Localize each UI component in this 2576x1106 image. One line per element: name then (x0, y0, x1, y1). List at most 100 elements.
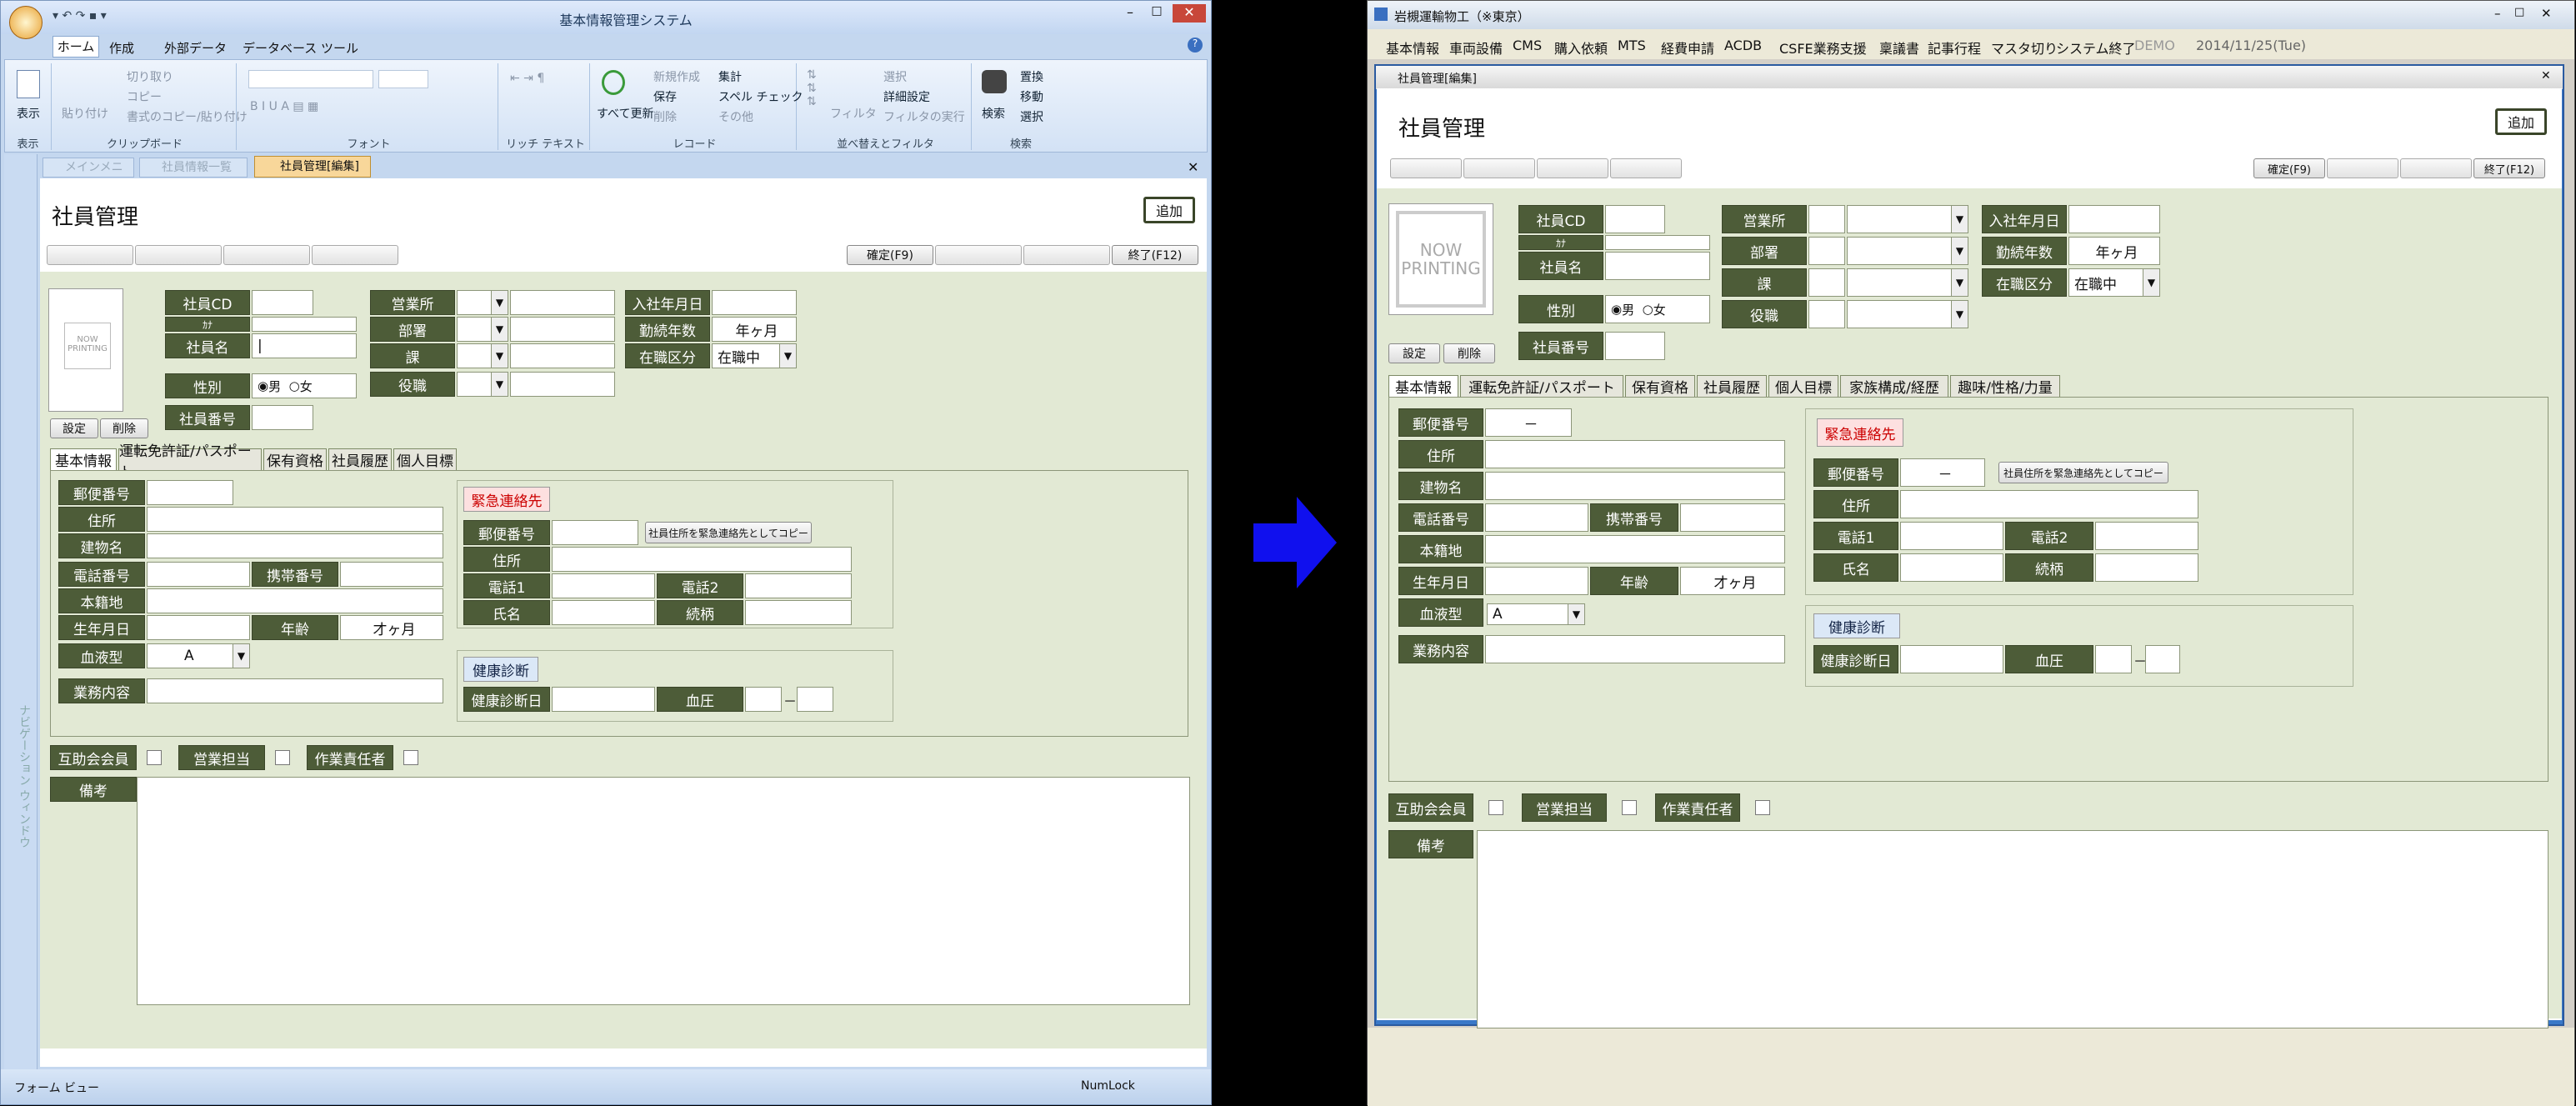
emg-tel2-input[interactable] (745, 573, 852, 598)
photo-set-button[interactable]: 設定 (50, 418, 98, 438)
emg-tel1-input[interactable] (552, 573, 655, 598)
font-size-select[interactable] (378, 70, 428, 88)
right-gender-radio-group[interactable]: ◉ 男 ○ 女 (1605, 295, 1710, 323)
blank-button-6[interactable] (1023, 245, 1110, 265)
right-blank-button-4[interactable] (1610, 158, 1682, 178)
tab-license[interactable]: 運転免許証/パスポート (118, 443, 262, 481)
totals-button[interactable]: 集計 (718, 68, 742, 85)
help-icon[interactable]: ? (1188, 38, 1203, 53)
tab-goal[interactable]: 個人目標 (393, 448, 457, 470)
right-emg-address-input[interactable] (1900, 490, 2198, 518)
view-icon[interactable] (17, 70, 40, 98)
right-emg-relation-input[interactable] (2095, 553, 2198, 582)
join-date-input[interactable] (712, 290, 797, 315)
end-button[interactable]: 終了(F12) (1112, 245, 1198, 265)
right-postal-input[interactable]: － (1485, 408, 1572, 437)
right-blank-button-3[interactable] (1537, 158, 1608, 178)
menu-acdb[interactable]: ACDB (1724, 38, 1762, 53)
right-bp-input-1[interactable] (2095, 645, 2132, 673)
right-dept-code[interactable] (1808, 237, 1845, 265)
remarks-textarea[interactable] (137, 777, 1190, 1005)
address-input[interactable] (147, 507, 443, 532)
birth-input[interactable] (147, 615, 250, 640)
emp-cd-input[interactable] (252, 290, 313, 315)
navigation-pane[interactable]: ナビゲーション ウィンドウ (4, 154, 38, 1071)
duties-input[interactable] (147, 678, 443, 703)
binoculars-icon[interactable] (982, 70, 1007, 93)
right-tab-license[interactable]: 運転免許証/パスポート (1460, 375, 1623, 397)
right-join-date-input[interactable] (2068, 205, 2160, 233)
right-mutual-checkbox[interactable] (1488, 800, 1503, 815)
doc-tab-emplist[interactable]: 社員情報一覧 (139, 158, 248, 178)
spelling-button[interactable]: スペル チェック (718, 88, 803, 105)
delete-record-button[interactable]: 削除 (653, 108, 677, 125)
right-photo-set-button[interactable]: 設定 (1388, 343, 1440, 363)
find-button[interactable]: 検索 (982, 105, 1005, 122)
selection-filter-button[interactable]: 選択 (883, 68, 907, 85)
emp-name-input[interactable]: | (252, 333, 357, 358)
right-photo-delete-button[interactable]: 削除 (1443, 343, 1495, 363)
status-select[interactable]: 在職中 ▼ (712, 343, 797, 368)
right-mobile-input[interactable] (1680, 503, 1785, 532)
blank-button-4[interactable] (312, 245, 398, 265)
tab-history[interactable]: 社員履歴 (328, 448, 392, 470)
right-tab-history[interactable]: 社員履歴 (1697, 375, 1767, 397)
richtext-icons[interactable]: ⇤ ⇥ ¶ (510, 72, 544, 85)
menu-ringi[interactable]: 稟議書 (1879, 38, 1919, 58)
advanced-filter-button[interactable]: 詳細設定 (883, 88, 930, 105)
right-confirm-button[interactable]: 確定(F9) (2253, 158, 2325, 178)
right-blank-button-1[interactable] (1390, 158, 1462, 178)
refresh-icon[interactable] (602, 70, 625, 95)
right-emg-postal-input[interactable]: － (1900, 458, 1985, 487)
apply-filter-button[interactable]: フィルタの実行 (883, 108, 965, 125)
domicile-input[interactable] (147, 588, 443, 613)
minimize-button[interactable]: – (1118, 4, 1143, 23)
doc-tab-mainmenu[interactable]: メインメニュー (43, 158, 134, 191)
right-tab-family[interactable]: 家族構成/経歴 (1840, 375, 1948, 397)
gender-female[interactable]: 女 (300, 378, 313, 395)
new-record-button[interactable]: 新規作成 (653, 68, 700, 85)
right-emg-tel2-input[interactable] (2095, 522, 2198, 550)
doc-tab-empedit[interactable]: 社員管理[編集] (254, 156, 371, 178)
right-close-button[interactable]: ✕ (2541, 6, 2552, 21)
right-position-select[interactable]: ▼ (1847, 300, 1968, 328)
right-gender-male[interactable]: 男 (1622, 301, 1634, 318)
right-emg-tel1-input[interactable] (1900, 522, 2003, 550)
bold-italic-underline-icons[interactable]: B I U A ▤ ▦ (250, 100, 318, 113)
view-button[interactable]: 表示 (17, 105, 40, 122)
blank-button-2[interactable] (135, 245, 222, 265)
right-blank-button-6[interactable] (2400, 158, 2472, 178)
menu-purchase[interactable]: 購入依頼 (1554, 38, 1608, 58)
confirm-button[interactable]: 確定(F9) (847, 245, 933, 265)
gender-radio-group[interactable]: ◉ 男 ○ 女 (252, 373, 357, 398)
right-maximize-button[interactable]: □ (2514, 6, 2524, 18)
building-input[interactable] (147, 533, 443, 558)
menu-exit[interactable]: システム終了 (2056, 38, 2136, 58)
emg-postal-input[interactable] (552, 520, 638, 545)
right-copy-address-button[interactable]: 社員住所を緊急連絡先としてコピー (1998, 462, 2168, 483)
emg-name-input[interactable] (552, 600, 655, 625)
ribbon-tab-external[interactable]: 外部データ (164, 39, 227, 57)
copy-button[interactable]: コピー (127, 88, 162, 105)
menu-mts[interactable]: MTS (1618, 38, 1646, 53)
menu-vehicle[interactable]: 車両設備 (1449, 38, 1503, 58)
maximize-button[interactable]: □ (1144, 4, 1169, 23)
doc-close-icon[interactable]: ✕ (1188, 159, 1198, 175)
save-record-button[interactable]: 保存 (653, 88, 677, 105)
phone-input[interactable] (147, 562, 250, 587)
copy-address-button[interactable]: 社員住所を緊急連絡先としてコピー (645, 522, 812, 543)
select-button[interactable]: 選択 (1020, 108, 1043, 125)
right-status-select[interactable]: 在職中 ▼ (2068, 268, 2160, 297)
right-blank-button-5[interactable] (2327, 158, 2398, 178)
right-emp-cd-input[interactable] (1605, 205, 1665, 233)
sales-checkbox[interactable] (275, 750, 290, 765)
right-add-button[interactable]: 追加 (2495, 108, 2547, 135)
position-select[interactable]: ▼ (457, 372, 508, 397)
right-tab-goal[interactable]: 個人目標 (1768, 375, 1838, 397)
ribbon-tab-create[interactable]: 作成 (109, 39, 134, 57)
office-button[interactable] (9, 6, 43, 39)
right-bp-input-2[interactable] (2145, 645, 2180, 673)
close-button[interactable]: ✕ (1173, 4, 1206, 23)
subwindow-close-button[interactable]: ✕ (2541, 69, 2551, 83)
right-section-code[interactable] (1808, 268, 1845, 297)
